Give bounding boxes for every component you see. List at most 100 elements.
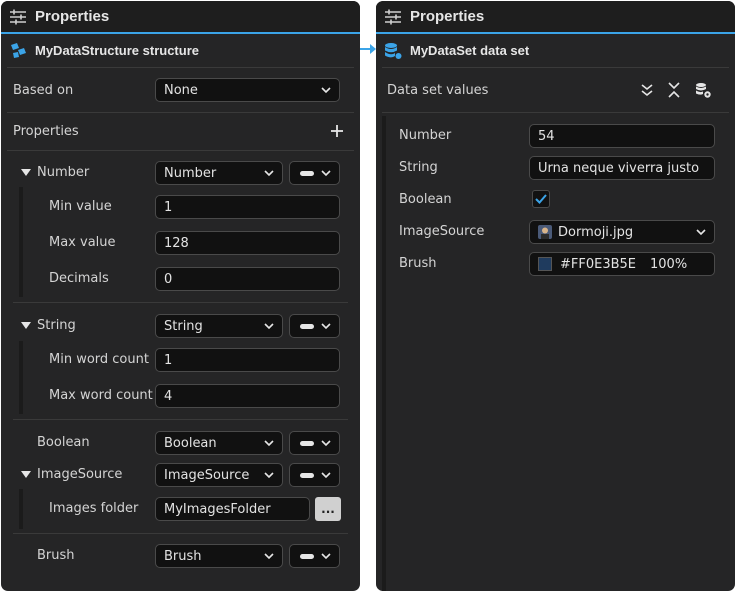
brush-hex-text: #FF0E3B5E [560,256,637,272]
structure-properties-panel: Properties MyDataStructure structure Bas… [1,1,360,591]
brush-value-input[interactable]: #FF0E3B5E 100% [529,252,715,276]
images-folder-input[interactable]: MyImagesFolder [155,497,310,521]
string-options-button[interactable] [289,314,340,338]
number-value-text: 54 [538,128,555,144]
based-on-dropdown[interactable]: None [155,78,340,102]
max-value-text: 128 [164,235,189,251]
structure-title: MyDataStructure structure [35,43,199,58]
brush-options-button[interactable] [289,544,340,568]
chevron-down-icon [264,472,274,479]
boolean-options-button[interactable] [289,431,340,455]
boolean-type-dropdown[interactable]: Boolean [155,431,283,455]
images-folder-text: MyImagesFolder [164,501,271,517]
chevron-down-icon [264,170,274,177]
decimals-label: Decimals [49,271,109,286]
decimals-input[interactable]: 0 [155,267,340,291]
brush-type-value: Brush [164,548,202,564]
data-structure-icon [11,42,26,58]
collapse-triangle-icon[interactable] [21,322,31,330]
collapse-all-icon[interactable] [668,82,680,98]
imagesource-type-dropdown[interactable]: ImageSource [155,463,283,487]
divider [382,112,729,113]
pill-icon [300,441,314,446]
collapse-triangle-icon[interactable] [21,471,31,479]
chevron-down-icon [321,472,331,479]
chevron-down-icon [264,440,274,447]
min-value-label: Min value [49,199,112,214]
imagesource-value-label: ImageSource [399,224,485,239]
pill-icon [300,473,314,478]
expand-all-icon[interactable] [641,83,653,97]
dataset-properties-panel: Properties MyDataSet data set Data set v… [376,1,735,591]
string-value-label: String [399,160,438,175]
imagesource-value-text: Dormoji.jpg [558,224,634,240]
boolean-property-label: Boolean [37,435,90,450]
string-type-value: String [164,318,203,334]
properties-label: Properties [13,124,79,139]
image-thumbnail-icon [538,225,552,239]
divider [7,150,354,151]
number-options-button[interactable] [289,161,340,185]
max-word-count-text: 4 [164,388,173,404]
number-value-label: Number [399,128,452,143]
min-word-count-input[interactable]: 1 [155,348,340,372]
group-indent-bar [19,341,23,414]
brush-property-label: Brush [37,548,75,563]
link-arrow-icon [359,44,376,54]
imagesource-type-value: ImageSource [164,467,250,483]
group-indent-bar [19,187,23,297]
pill-icon [300,171,314,176]
chevron-down-icon [321,323,331,330]
divider [13,302,348,303]
imagesource-value-dropdown[interactable]: Dormoji.jpg [529,220,715,244]
images-folder-label: Images folder [49,501,139,516]
chevron-down-icon [321,440,331,447]
add-property-icon[interactable] [330,124,344,138]
string-type-dropdown[interactable]: String [155,314,283,338]
min-word-count-label: Min word count [49,352,149,367]
based-on-value: None [164,82,198,98]
browse-folder-button[interactable]: ... [315,497,341,521]
collapse-triangle-icon[interactable] [21,169,31,177]
string-value-input[interactable]: Urna neque viverra justo [529,156,715,180]
chevron-down-icon [264,323,274,330]
brush-type-dropdown[interactable]: Brush [155,544,283,568]
chevron-down-icon [321,170,331,177]
dataset-title: MyDataSet data set [410,43,530,58]
number-value-input[interactable]: 54 [529,124,715,148]
min-value-text: 1 [164,199,173,215]
max-word-count-label: Max word count [49,388,153,403]
brush-opacity-text: 100% [650,256,688,272]
chevron-down-icon [321,87,331,94]
chevron-down-icon [321,553,331,560]
panel-titlebar: Properties [1,1,360,32]
panel-titlebar: Properties [376,1,735,32]
dataset-icon [385,42,402,59]
dataset-settings-icon[interactable] [695,82,711,98]
sliders-icon [385,9,401,24]
string-value-text: Urna neque viverra justo [538,160,700,176]
imagesource-options-button[interactable] [289,463,340,487]
divider [7,112,354,113]
number-type-value: Number [164,165,217,181]
max-value-label: Max value [49,235,116,250]
max-value-input[interactable]: 128 [155,231,340,255]
min-word-count-text: 1 [164,352,173,368]
chevron-down-icon [264,553,274,560]
boolean-type-value: Boolean [164,435,217,451]
min-value-input[interactable]: 1 [155,195,340,219]
string-property-label: String [37,318,76,333]
color-swatch[interactable] [538,257,552,271]
sliders-icon [10,9,26,24]
boolean-checkbox[interactable] [532,190,550,208]
structure-header: MyDataStructure structure [7,34,354,68]
number-property-label: Number [37,165,90,180]
decimals-text: 0 [164,271,173,287]
brush-value-label: Brush [399,256,437,271]
dataset-values-label: Data set values [387,83,489,98]
boolean-value-label: Boolean [399,192,452,207]
divider [13,533,348,534]
number-type-dropdown[interactable]: Number [155,161,283,185]
max-word-count-input[interactable]: 4 [155,384,340,408]
divider [13,419,348,420]
